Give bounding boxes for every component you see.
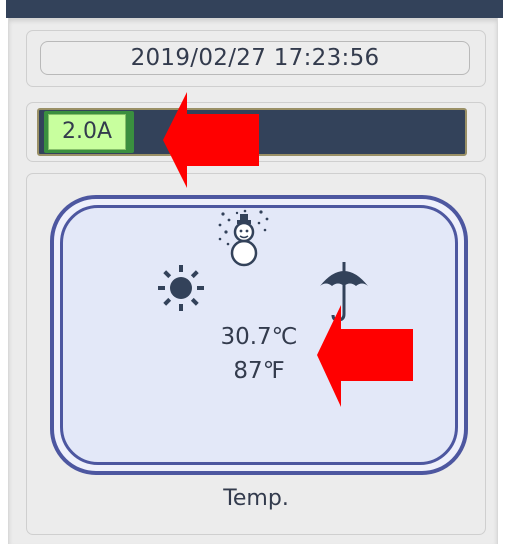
annotation-arrow-left-icon bbox=[163, 92, 259, 188]
top-bar bbox=[6, 0, 503, 18]
current-meter-value: 2.0A bbox=[48, 114, 126, 150]
temperature-container: 30.7℃ 87℉ Temp. bbox=[26, 173, 486, 535]
datetime-display: 2019/02/27 17:23:56 bbox=[40, 41, 470, 75]
annotation-arrow-left-icon bbox=[317, 305, 413, 407]
datetime-container: 2019/02/27 17:23:56 bbox=[26, 30, 486, 87]
sun-icon bbox=[158, 265, 204, 311]
snowman-icon bbox=[218, 209, 269, 267]
temperature-caption: Temp. bbox=[223, 486, 289, 511]
